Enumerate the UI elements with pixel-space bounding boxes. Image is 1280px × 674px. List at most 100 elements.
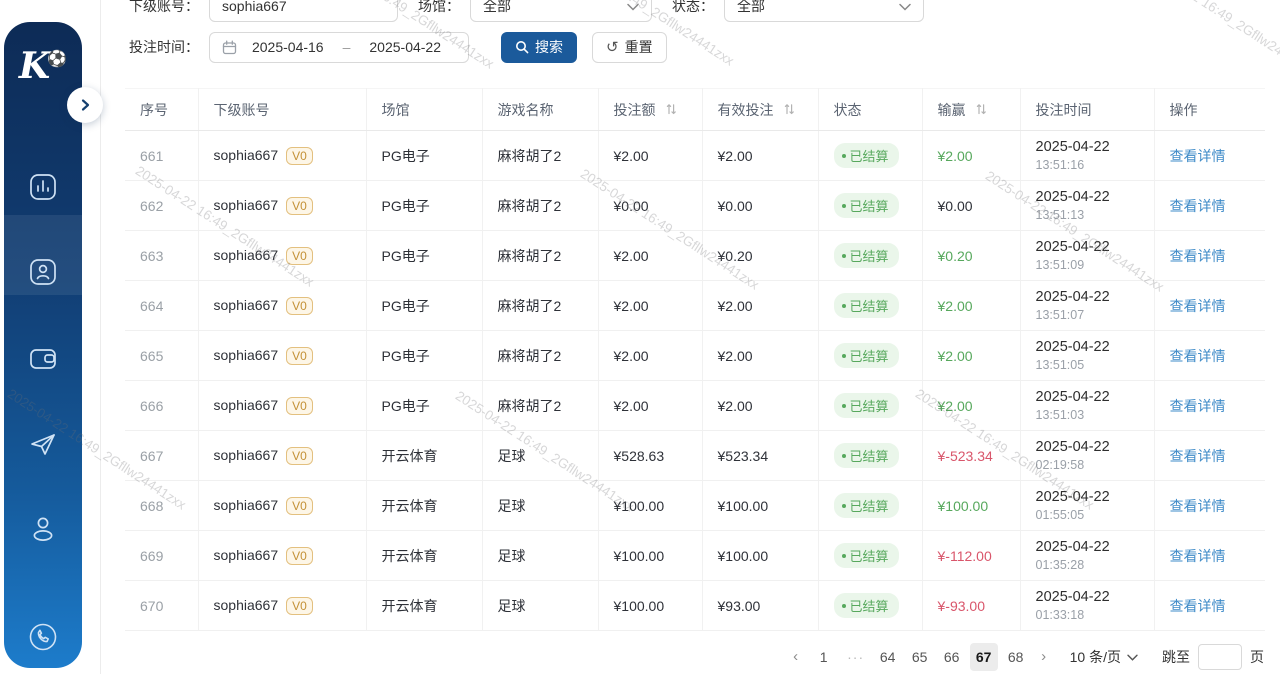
sidebar-item-messages[interactable]: [4, 427, 82, 466]
sidebar-item-accounts[interactable]: [4, 255, 82, 294]
date-from: 2025-04-16: [237, 39, 339, 55]
sort-icon[interactable]: [784, 102, 794, 119]
view-detail-link[interactable]: 查看详情: [1170, 248, 1226, 264]
pagination-prev-button[interactable]: ‹: [784, 643, 808, 671]
bet-time-label: 投注时间：: [129, 37, 199, 57]
view-detail-link[interactable]: 查看详情: [1170, 348, 1226, 364]
bet-time: 13:51:03: [1036, 407, 1154, 423]
page-size-value: 10 条/页: [1070, 647, 1121, 667]
search-button[interactable]: 搜索: [501, 32, 577, 63]
account-name: sophia667: [214, 147, 279, 163]
sidebar-expand-button[interactable]: [67, 87, 103, 123]
date-to: 2025-04-22: [354, 39, 456, 55]
cell-account: sophia667V0: [198, 131, 366, 181]
status-dot: [842, 254, 846, 258]
cell-bet-time: 2025-04-2201:55:05: [1020, 481, 1154, 531]
vip-level-badge: V0: [286, 497, 313, 515]
cell-account: sophia667V0: [198, 481, 366, 531]
bet-time: 13:51:16: [1036, 157, 1154, 173]
cell-valid-bet: ¥523.34: [702, 431, 818, 481]
pagination-page-1[interactable]: 1: [810, 643, 838, 671]
account-name: sophia667: [214, 247, 279, 263]
status-select[interactable]: 全部: [724, 0, 924, 22]
date-range-picker[interactable]: 2025-04-16 – 2025-04-22: [209, 32, 469, 63]
view-detail-link[interactable]: 查看详情: [1170, 498, 1226, 514]
sidebar-item-wallet[interactable]: [4, 342, 82, 381]
column-label: 状态: [834, 102, 862, 118]
cell-status: 已结算: [818, 431, 922, 481]
account-name: sophia667: [214, 297, 279, 313]
status-dot: [842, 204, 846, 208]
status-label: 状态：: [672, 0, 714, 16]
cell-venue: PG电子: [366, 131, 482, 181]
column-header-有效投注[interactable]: 有效投注: [702, 89, 818, 131]
pagination-page-64[interactable]: 64: [874, 643, 902, 671]
cell-bet-amount: ¥2.00: [598, 231, 702, 281]
view-detail-link[interactable]: 查看详情: [1170, 448, 1226, 464]
account-input[interactable]: [209, 0, 398, 22]
pagination-page-65[interactable]: 65: [906, 643, 934, 671]
filter-row-1: 下级账号： 场馆： 全部 状态： 全部: [129, 0, 924, 22]
column-label: 输赢: [938, 102, 966, 118]
venue-select[interactable]: 全部: [470, 0, 652, 22]
status-text: 已结算: [850, 296, 889, 315]
bet-time: 01:35:28: [1036, 557, 1154, 573]
column-header-输赢[interactable]: 输赢: [922, 89, 1020, 131]
cell-game-name: 足球: [482, 581, 598, 631]
page: K⚽: [0, 0, 1280, 674]
page-size-select[interactable]: 10 条/页: [1070, 647, 1138, 667]
cell-game-name: 麻将胡了2: [482, 331, 598, 381]
cell-venue: PG电子: [366, 181, 482, 231]
cell-win-loss: ¥0.00: [922, 181, 1020, 231]
sort-icon[interactable]: [666, 102, 676, 119]
cell-valid-bet: ¥0.20: [702, 231, 818, 281]
pagination-next-button[interactable]: ›: [1032, 643, 1056, 671]
pagination-page-66[interactable]: 66: [938, 643, 966, 671]
status-dot: [842, 504, 846, 508]
bet-time: 13:51:13: [1036, 207, 1154, 223]
view-detail-link[interactable]: 查看详情: [1170, 598, 1226, 614]
account-name: sophia667: [214, 597, 279, 613]
reset-button[interactable]: ↺ 重置: [592, 32, 667, 63]
status-text: 已结算: [850, 346, 889, 365]
view-detail-link[interactable]: 查看详情: [1170, 548, 1226, 564]
pagination-page-67[interactable]: 67: [970, 643, 998, 671]
phone-icon: [26, 620, 60, 659]
cell-win-loss: ¥2.00: [922, 281, 1020, 331]
status-badge: 已结算: [834, 443, 899, 468]
view-detail-link[interactable]: 查看详情: [1170, 148, 1226, 164]
cell-action: 查看详情: [1154, 381, 1265, 431]
cell-account: sophia667 V0: [198, 231, 366, 281]
search-button-label: 搜索: [535, 37, 563, 57]
vip-level-badge: V0: [286, 297, 313, 315]
view-detail-link[interactable]: 查看详情: [1170, 398, 1226, 414]
status-badge: 已结算: [834, 343, 899, 368]
status-badge: 已结算: [834, 293, 899, 318]
cell-action: 查看详情: [1154, 431, 1265, 481]
view-detail-link[interactable]: 查看详情: [1170, 298, 1226, 314]
sidebar-item-support[interactable]: [4, 620, 82, 659]
cell-venue: 开云体育: [366, 481, 482, 531]
vip-level-badge: V0: [286, 347, 313, 365]
vip-level-badge: V0: [286, 247, 313, 265]
logo-letter: K: [19, 45, 50, 87]
column-label: 投注时间: [1036, 102, 1092, 118]
cell-bet-time: 2025-04-2202:19:58: [1020, 431, 1154, 481]
vip-level-badge: V0: [286, 447, 313, 465]
status-badge: 已结算: [834, 493, 899, 518]
sort-icon[interactable]: [976, 102, 986, 119]
cell-account: sophia667V0: [198, 331, 366, 381]
jump-page-input[interactable]: [1198, 644, 1242, 670]
table-row: 665sophia667V0PG电子麻将胡了2¥2.00¥2.00已结算¥2.0…: [125, 331, 1265, 381]
column-header-投注额[interactable]: 投注额: [598, 89, 702, 131]
cell-bet-amount: ¥2.00: [598, 281, 702, 331]
sidebar-item-profile[interactable]: [4, 512, 82, 551]
cell-status: 已结算: [818, 281, 922, 331]
column-header-游戏名称: 游戏名称: [482, 89, 598, 131]
cell-status: 已结算: [818, 581, 922, 631]
view-detail-link[interactable]: 查看详情: [1170, 198, 1226, 214]
cell-action: 查看详情: [1154, 581, 1265, 631]
sidebar-item-reports[interactable]: [4, 170, 82, 209]
pagination-page-68[interactable]: 68: [1002, 643, 1030, 671]
bet-date: 2025-04-22: [1036, 288, 1154, 307]
